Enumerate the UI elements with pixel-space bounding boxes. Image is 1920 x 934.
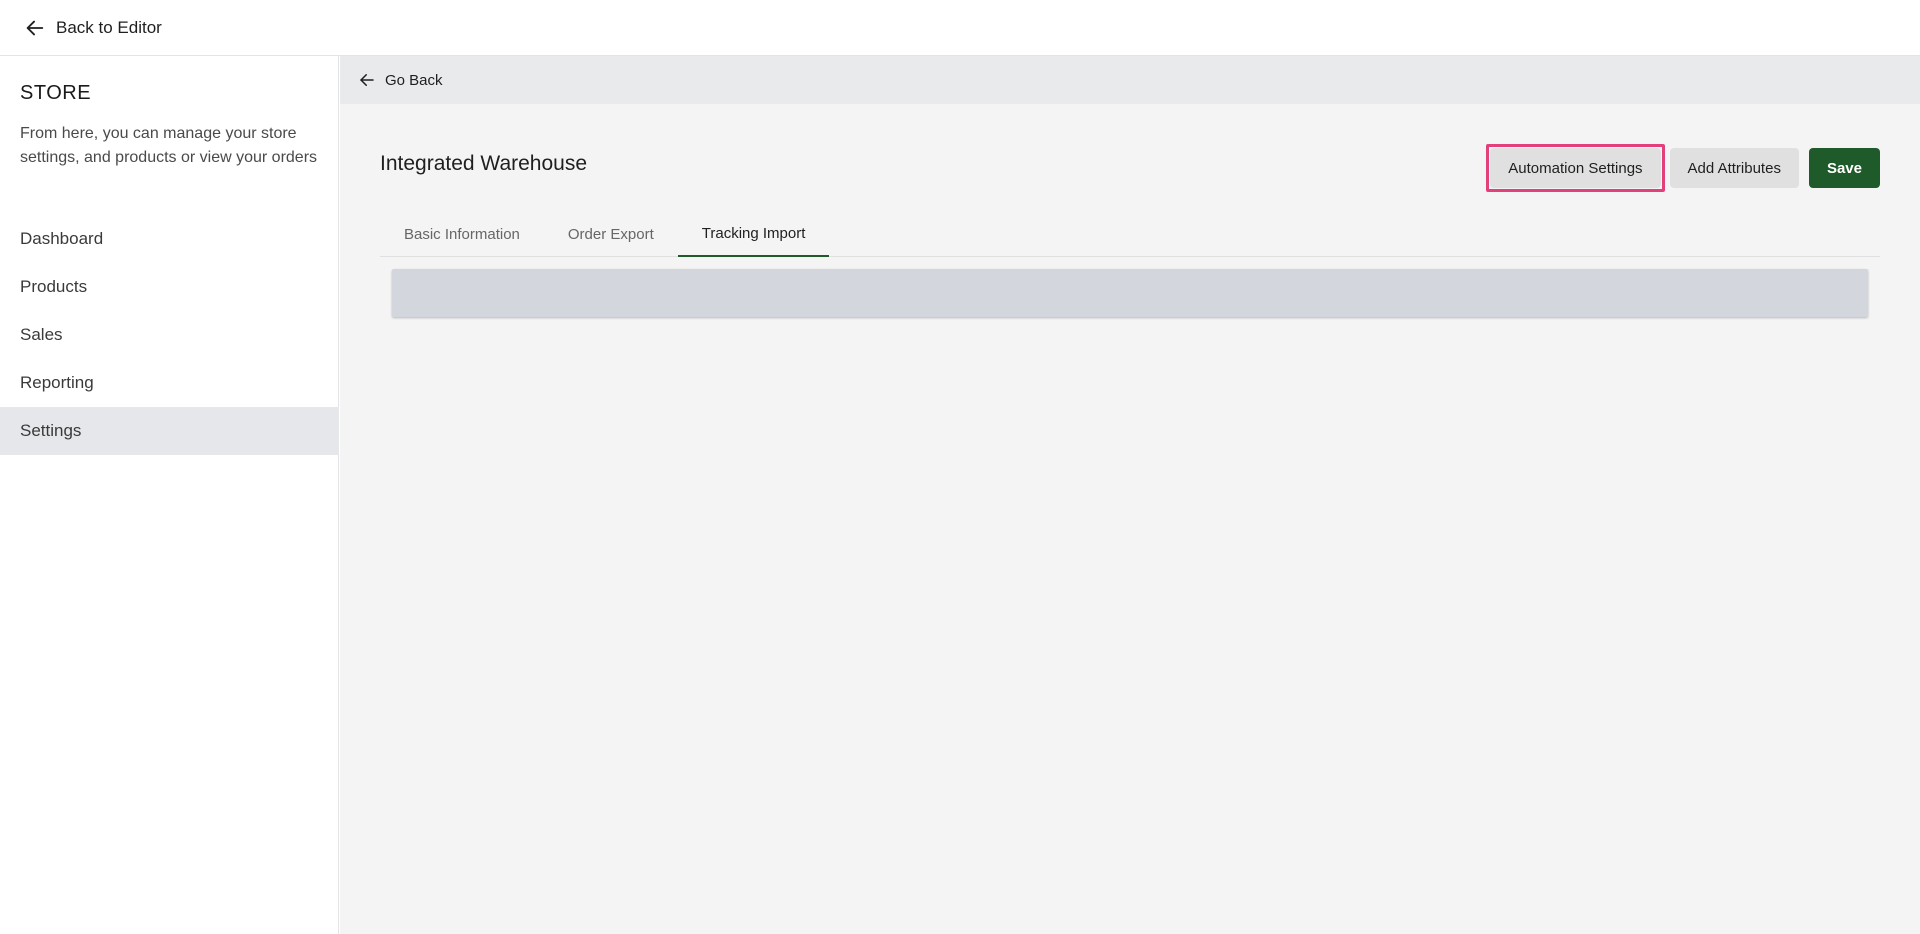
content-loading-bar — [392, 269, 1868, 317]
page-title: Integrated Warehouse — [380, 152, 588, 175]
sidebar-item-sales[interactable]: Sales — [0, 311, 339, 359]
sidebar: STORE From here, you can manage your sto… — [0, 56, 339, 934]
sidebar-item-reporting[interactable]: Reporting — [0, 359, 339, 407]
tab-tracking-import[interactable]: Tracking Import — [677, 212, 830, 257]
save-button[interactable]: Save — [1808, 148, 1880, 188]
sidebar-nav: Dashboard Products Sales Reporting Setti… — [0, 215, 339, 455]
top-bar: Back to Editor — [0, 0, 1920, 56]
go-back-link[interactable]: Go Back — [358, 71, 443, 89]
tab-basic-information[interactable]: Basic Information — [380, 212, 544, 257]
automation-settings-highlight: Automation Settings — [1486, 144, 1665, 192]
add-attributes-button[interactable]: Add Attributes — [1669, 148, 1799, 188]
main-content: Go Back Integrated Warehouse Automation … — [340, 56, 1920, 934]
automation-settings-button[interactable]: Automation Settings — [1490, 148, 1661, 188]
arrow-left-icon — [26, 20, 44, 35]
tab-bar: Basic Information Order Export Tracking … — [380, 212, 1880, 257]
sidebar-title: STORE — [20, 82, 92, 104]
sidebar-item-dashboard[interactable]: Dashboard — [0, 215, 339, 263]
back-to-editor-label: Back to Editor — [56, 17, 162, 37]
go-back-label: Go Back — [385, 71, 443, 89]
sidebar-item-settings[interactable]: Settings — [0, 407, 339, 455]
tab-order-export[interactable]: Order Export — [544, 212, 678, 257]
arrow-left-icon — [360, 74, 374, 86]
sidebar-item-products[interactable]: Products — [0, 263, 339, 311]
go-back-bar: Go Back — [340, 56, 1920, 104]
header-actions: Automation Settings Add Attributes Save — [1486, 144, 1880, 192]
sidebar-description: From here, you can manage your store set… — [20, 125, 318, 166]
back-to-editor-link[interactable]: Back to Editor — [24, 17, 162, 39]
